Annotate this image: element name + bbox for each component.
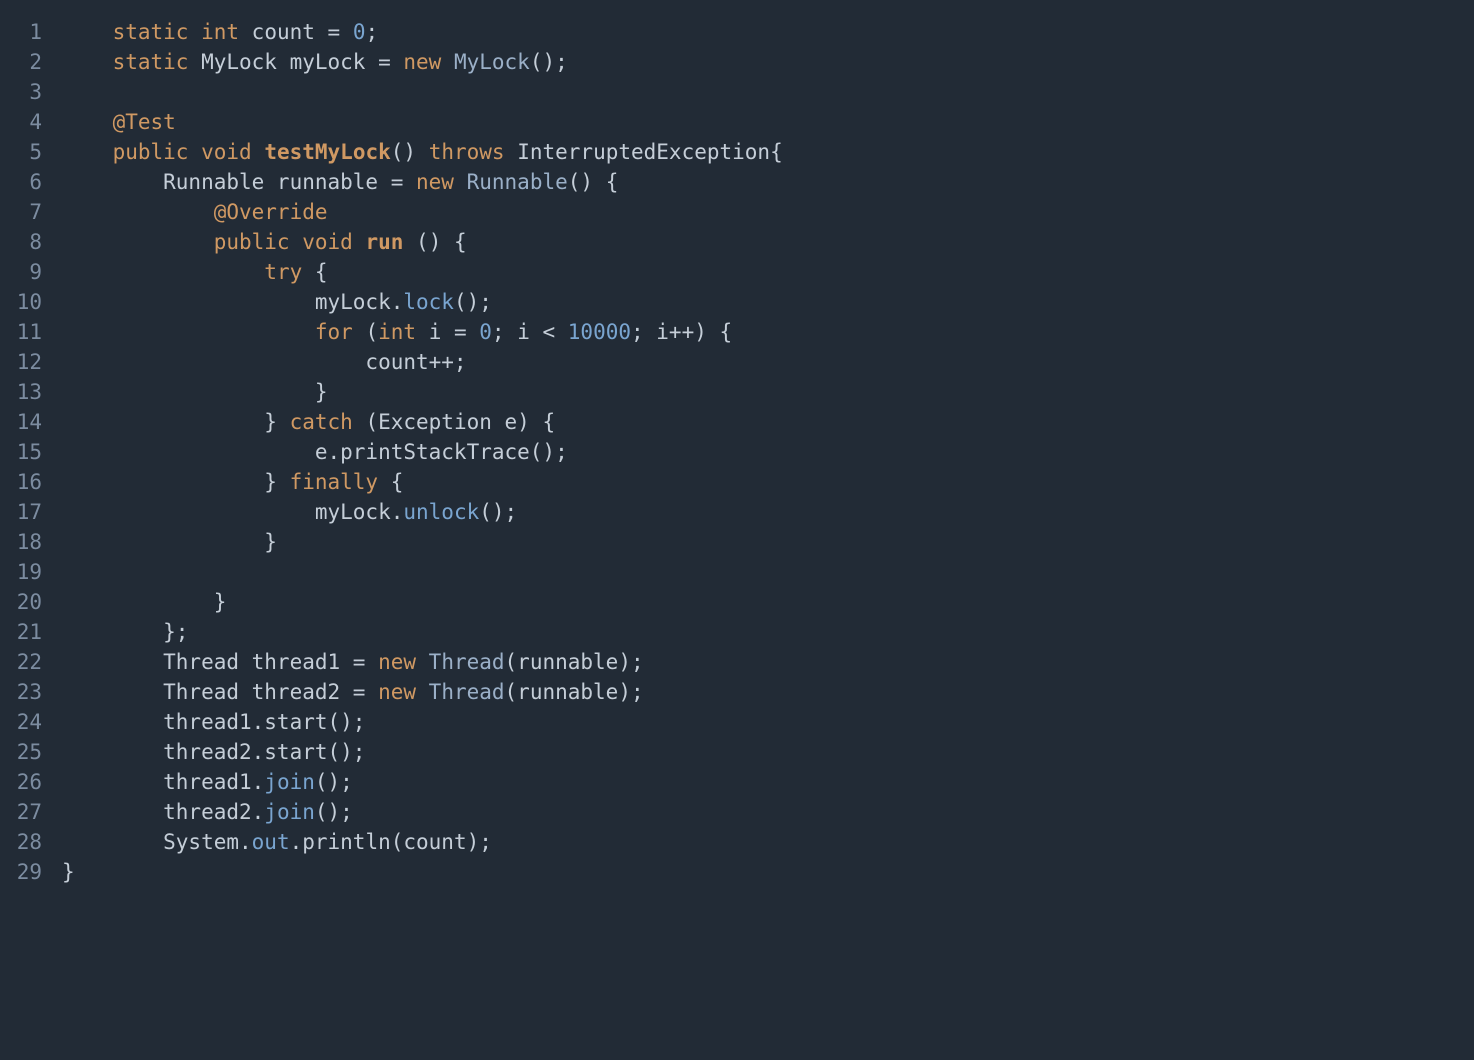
line-number: 23	[0, 677, 42, 707]
code-area[interactable]: static int count = 0; static MyLock myLo…	[62, 0, 1474, 1060]
line-number: 8	[0, 227, 42, 257]
line-number: 21	[0, 617, 42, 647]
line-number: 11	[0, 317, 42, 347]
line-number-gutter: 1234567891011121314151617181920212223242…	[0, 0, 62, 1060]
line-number: 19	[0, 557, 42, 587]
code-line[interactable]: } catch (Exception e) {	[62, 407, 1474, 437]
code-line[interactable]: @Override	[62, 197, 1474, 227]
line-number: 2	[0, 47, 42, 77]
line-number: 6	[0, 167, 42, 197]
code-line[interactable]	[62, 77, 1474, 107]
code-line[interactable]: e.printStackTrace();	[62, 437, 1474, 467]
line-number: 28	[0, 827, 42, 857]
code-line[interactable]: }	[62, 527, 1474, 557]
line-number: 17	[0, 497, 42, 527]
line-number: 18	[0, 527, 42, 557]
code-line[interactable]: };	[62, 617, 1474, 647]
code-line[interactable]: Thread thread2 = new Thread(runnable);	[62, 677, 1474, 707]
line-number: 16	[0, 467, 42, 497]
line-number: 15	[0, 437, 42, 467]
code-line[interactable]: thread2.join();	[62, 797, 1474, 827]
code-line[interactable]: try {	[62, 257, 1474, 287]
code-line[interactable]: thread1.join();	[62, 767, 1474, 797]
line-number: 3	[0, 77, 42, 107]
code-line[interactable]: static MyLock myLock = new MyLock();	[62, 47, 1474, 77]
code-line[interactable]: }	[62, 857, 1474, 887]
code-line[interactable]: System.out.println(count);	[62, 827, 1474, 857]
code-line[interactable]	[62, 557, 1474, 587]
code-line[interactable]: Runnable runnable = new Runnable() {	[62, 167, 1474, 197]
code-line[interactable]: for (int i = 0; i < 10000; i++) {	[62, 317, 1474, 347]
code-line[interactable]: count++;	[62, 347, 1474, 377]
code-line[interactable]: @Test	[62, 107, 1474, 137]
line-number: 1	[0, 17, 42, 47]
line-number: 24	[0, 707, 42, 737]
line-number: 26	[0, 767, 42, 797]
line-number: 22	[0, 647, 42, 677]
code-line[interactable]: myLock.unlock();	[62, 497, 1474, 527]
line-number: 25	[0, 737, 42, 767]
code-editor: 1234567891011121314151617181920212223242…	[0, 0, 1474, 1060]
code-line[interactable]: Thread thread1 = new Thread(runnable);	[62, 647, 1474, 677]
code-line[interactable]: thread1.start();	[62, 707, 1474, 737]
line-number: 14	[0, 407, 42, 437]
code-line[interactable]: thread2.start();	[62, 737, 1474, 767]
code-line[interactable]: public void run () {	[62, 227, 1474, 257]
code-line[interactable]: public void testMyLock() throws Interrup…	[62, 137, 1474, 167]
line-number: 7	[0, 197, 42, 227]
code-line[interactable]: }	[62, 377, 1474, 407]
line-number: 20	[0, 587, 42, 617]
line-number: 5	[0, 137, 42, 167]
line-number: 29	[0, 857, 42, 887]
line-number: 12	[0, 347, 42, 377]
line-number: 27	[0, 797, 42, 827]
line-number: 13	[0, 377, 42, 407]
code-line[interactable]: } finally {	[62, 467, 1474, 497]
code-line[interactable]: static int count = 0;	[62, 17, 1474, 47]
code-line[interactable]: myLock.lock();	[62, 287, 1474, 317]
line-number: 4	[0, 107, 42, 137]
line-number: 10	[0, 287, 42, 317]
code-line[interactable]: }	[62, 587, 1474, 617]
line-number: 9	[0, 257, 42, 287]
